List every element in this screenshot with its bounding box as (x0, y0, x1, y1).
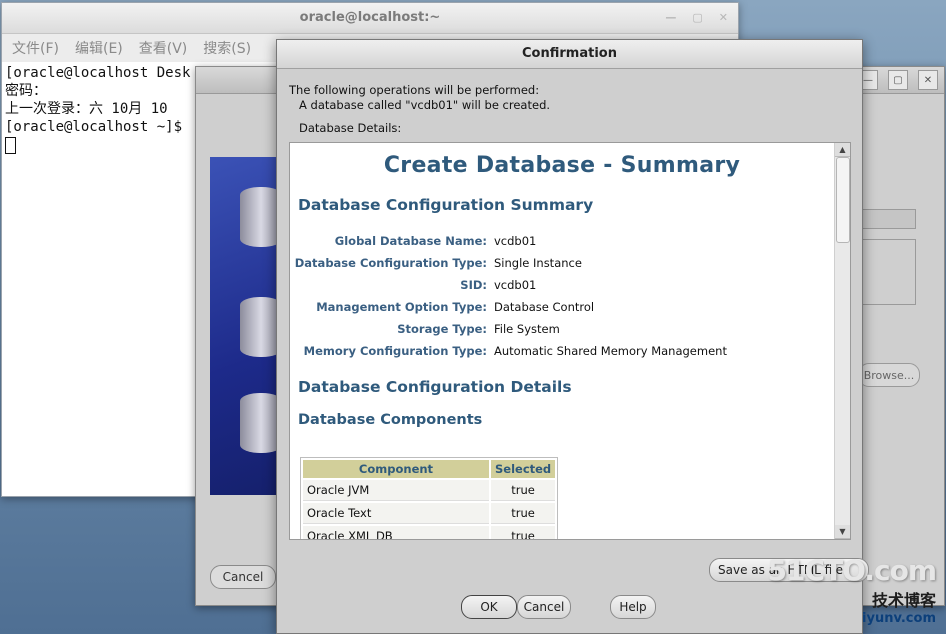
ok-button[interactable]: OK (461, 595, 517, 619)
terminal-titlebar: oracle@localhost:~ — ▢ ✕ (2, 3, 738, 34)
browse-button[interactable]: Browse... (858, 363, 920, 387)
maximize-icon[interactable]: ▢ (692, 3, 702, 33)
field-value: File System (494, 322, 560, 336)
minimize-icon[interactable]: — (665, 3, 676, 33)
field-row: Management Option Type: Database Control (290, 296, 834, 318)
field-row: Storage Type: File System (290, 318, 834, 340)
table-row: Oracle Text true (303, 503, 556, 524)
column-header: Component (303, 460, 489, 478)
intro-line: A database called "vcdb01" will be creat… (299, 98, 551, 112)
confirmation-dialog: Confirmation The following operations wi… (276, 39, 869, 634)
field-row: Database Configuration Type: Single Inst… (290, 252, 834, 274)
component-selected: true (491, 503, 556, 524)
field-label: SID: (460, 278, 487, 292)
menu-edit[interactable]: 编辑(E) (75, 38, 123, 58)
component-name: Oracle JVM (303, 480, 489, 501)
site-watermark: 51CTO.com 技术博客 iyunv.com (767, 554, 937, 626)
field-value: vcdb01 (494, 234, 537, 248)
field-row: Memory Configuration Type: Automatic Sha… (290, 340, 834, 362)
watermark-url: iyunv.com (862, 611, 936, 626)
field-row: SID: vcdb01 (290, 274, 834, 296)
field-label: Storage Type: (397, 322, 487, 336)
table-row: Oracle JVM true (303, 480, 556, 501)
column-header: Selected (491, 460, 556, 478)
table-row: Oracle XML DB true (303, 526, 556, 539)
intro-line: The following operations will be perform… (289, 83, 540, 97)
component-selected: true (491, 526, 556, 539)
summary-scrollbar[interactable]: ▲ ▼ (834, 143, 850, 539)
dialog-title: Confirmation (277, 40, 862, 69)
dialog-intro: The following operations will be perform… (277, 69, 862, 113)
scroll-down-icon[interactable]: ▼ (835, 525, 850, 539)
summary-panel[interactable]: Create Database - Summary Database Confi… (289, 142, 851, 540)
scroll-thumb[interactable] (836, 157, 850, 243)
close-icon[interactable]: ✕ (918, 70, 938, 90)
field-row: Global Database Name: vcdb01 (290, 230, 834, 252)
help-button[interactable]: Help (610, 595, 656, 619)
terminal-cursor (5, 136, 16, 154)
database-illustration (210, 157, 282, 495)
config-summary-heading: Database Configuration Summary (298, 196, 594, 214)
component-name: Oracle XML DB (303, 526, 489, 539)
config-summary-list: Global Database Name: vcdb01 Database Co… (290, 230, 834, 362)
summary-heading: Create Database - Summary (383, 153, 741, 178)
watermark-logo-text: 51CTO.com (767, 554, 937, 587)
field-value: Automatic Shared Memory Management (494, 344, 727, 358)
watermark-subtitle: 技术博客 (871, 591, 936, 610)
field-label: Database Configuration Type: (294, 256, 487, 270)
field-value: Database Control (494, 300, 595, 314)
components-table: Component Selected Oracle JVM true Oracl… (300, 457, 559, 539)
components-heading: Database Components (298, 412, 483, 428)
field-value: Single Instance (494, 256, 582, 270)
dbca-box (858, 239, 916, 305)
close-icon[interactable]: ✕ (719, 3, 728, 33)
field-label: Management Option Type: (316, 300, 487, 314)
maximize-icon[interactable]: ▢ (888, 70, 908, 90)
component-selected: true (491, 480, 556, 501)
menu-view[interactable]: 查看(V) (139, 38, 188, 58)
wizard-cancel-button[interactable]: Cancel (210, 565, 276, 589)
dbca-field (858, 209, 916, 229)
field-value: vcdb01 (494, 278, 537, 292)
component-name: Oracle Text (303, 503, 489, 524)
scroll-up-icon[interactable]: ▲ (835, 143, 850, 157)
menu-file[interactable]: 文件(F) (12, 38, 59, 58)
config-details-heading: Database Configuration Details (298, 378, 572, 396)
terminal-title: oracle@localhost:~ (299, 10, 441, 25)
field-label: Global Database Name: (334, 234, 487, 248)
cancel-button[interactable]: Cancel (517, 595, 571, 619)
menu-search[interactable]: 搜索(S) (203, 38, 251, 58)
field-label: Memory Configuration Type: (303, 344, 487, 358)
details-label: Database Details: (299, 121, 402, 135)
